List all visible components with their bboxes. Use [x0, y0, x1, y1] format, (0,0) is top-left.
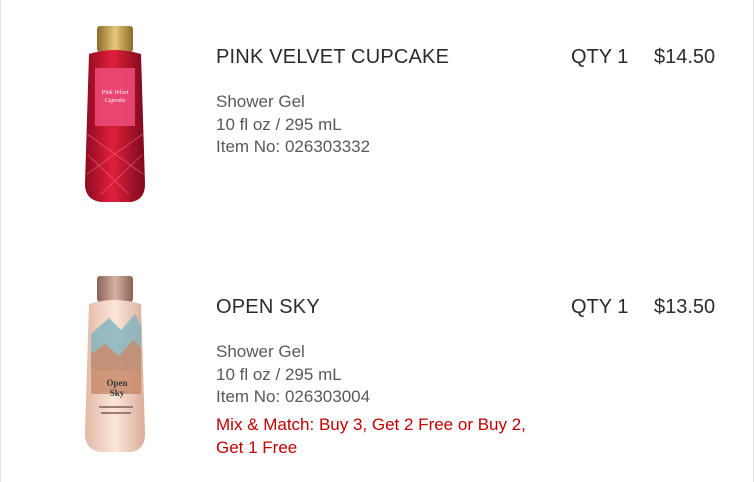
product-name[interactable]: PINK VELVET CUPCAKE	[216, 46, 449, 69]
svg-text:Sky: Sky	[110, 388, 125, 398]
svg-text:Open: Open	[106, 378, 127, 388]
product-details: Shower Gel 10 fl oz / 295 mL Item No: 02…	[216, 91, 370, 159]
price-label: $13.50	[654, 296, 716, 318]
product-item-number: Item No: 026303332	[216, 137, 371, 156]
svg-text:Pink Velvet: Pink Velvet	[101, 90, 129, 96]
list-item: Open Sky OPEN SKY Shower Gel 10 fl oz / …	[1, 250, 753, 482]
list-item: Pink Velvet Cupcake PINK VELVET CUPCAKE …	[1, 0, 753, 240]
product-details: Shower Gel 10 fl oz / 295 mL Item No: 02…	[216, 341, 370, 409]
product-image[interactable]: Open Sky	[79, 274, 159, 454]
quantity-label: QTY 1	[571, 296, 629, 318]
product-type: Shower Gel	[216, 342, 305, 361]
order-items-list: Pink Velvet Cupcake PINK VELVET CUPCAKE …	[0, 0, 754, 482]
promo-message: Mix & Match: Buy 3, Get 2 Free or Buy 2,…	[216, 415, 526, 457]
product-item-number: Item No: 026303004	[216, 387, 371, 406]
price-label: $14.50	[654, 46, 716, 68]
product-name[interactable]: OPEN SKY	[216, 296, 320, 319]
product-type: Shower Gel	[216, 92, 305, 111]
product-size: 10 fl oz / 295 mL	[216, 114, 342, 134]
product-image[interactable]: Pink Velvet Cupcake	[79, 24, 159, 204]
product-size: 10 fl oz / 295 mL	[216, 364, 342, 384]
quantity-label: QTY 1	[571, 46, 629, 68]
svg-text:Cupcake: Cupcake	[105, 98, 126, 104]
